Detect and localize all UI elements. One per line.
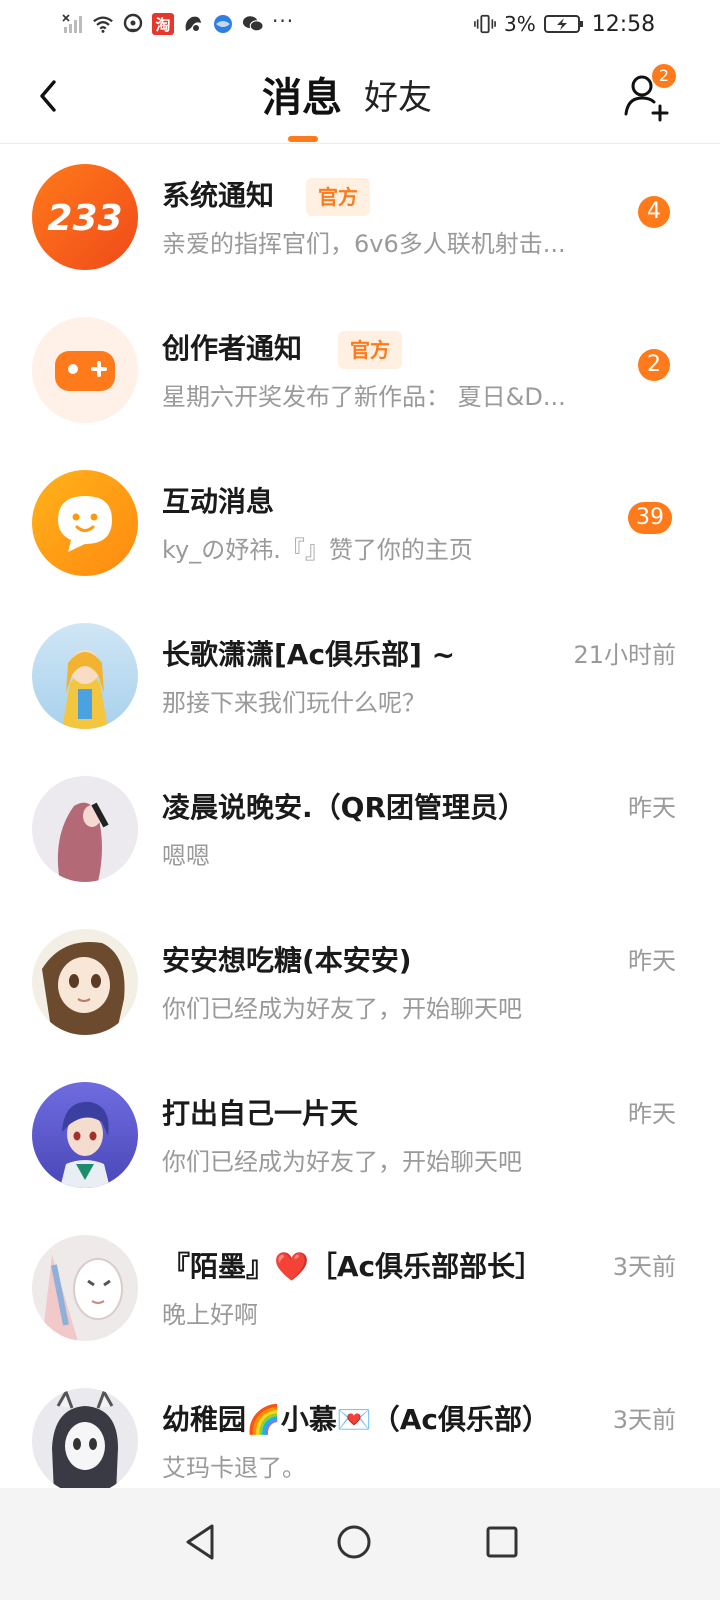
unread-count: 2: [638, 349, 670, 381]
vibrate-icon: [474, 13, 496, 35]
message-row[interactable]: 『陌墨』❤️［Ac俱乐部部长］ 晚上好啊 3天前: [0, 1215, 720, 1367]
battery-percent: 3%: [504, 12, 536, 36]
tab-messages-label: 消息: [262, 75, 342, 121]
message-preview: 嗯嗯: [162, 842, 210, 870]
nav-recents-button[interactable]: [470, 1510, 534, 1574]
status-overflow: ···: [272, 9, 295, 33]
avatar: [32, 623, 138, 729]
friend-request-badge: 2: [652, 64, 676, 88]
message-name: 打出自己一片天: [162, 1097, 359, 1130]
message-name: 长歌潇潇[Ac俱乐部] ~: [162, 638, 456, 671]
message-name: 幼稚园🌈小慕💌（Ac俱乐部）: [162, 1403, 550, 1436]
message-time: 昨天: [628, 1100, 676, 1128]
status-time: 12:58: [591, 11, 656, 37]
browser-icon: [212, 13, 234, 35]
official-badge: 官方: [338, 331, 402, 369]
message-row[interactable]: 打出自己一片天 你们已经成为好友了，开始聊天吧 昨天: [0, 1062, 720, 1214]
app-icon: [182, 13, 204, 35]
avatar-creator: [32, 317, 138, 423]
message-name: 互动消息: [162, 485, 275, 518]
wifi-icon: [92, 13, 114, 35]
avatar-system: 233: [32, 164, 138, 270]
message-name: 『陌墨』❤️［Ac俱乐部部长］: [162, 1250, 544, 1283]
message-preview: ky_の妤祎.『』赞了你的主页: [162, 536, 473, 564]
message-name: 创作者通知: [162, 332, 303, 365]
official-badge: 官方: [306, 178, 370, 216]
message-name: 系统通知: [162, 179, 275, 212]
message-time: 21小时前: [573, 641, 676, 669]
chat-bubble-icon: [58, 496, 112, 552]
gamepad-icon: [55, 351, 115, 391]
message-preview: 亲爱的指挥官们，6v6多人联机射击...: [162, 230, 566, 258]
anime-girl-yellow-avatar: [62, 650, 108, 729]
no-signal-icon: [62, 13, 84, 35]
wechat-icon: [242, 13, 264, 35]
message-row-interaction[interactable]: 互动消息 ky_の妤祎.『』赞了你的主页 39: [0, 450, 720, 602]
message-row[interactable]: 凌晨说晚安.（QR团管理员） 嗯嗯 昨天: [0, 756, 720, 908]
anime-boy-purple-hair-avatar: [60, 1101, 110, 1188]
active-tab-indicator: [288, 136, 318, 142]
back-button[interactable]: [28, 72, 68, 120]
anime-girl-pink-hair-avatar: [57, 802, 109, 882]
avatar: [32, 929, 138, 1035]
message-time: 3天前: [612, 1406, 676, 1434]
message-row[interactable]: 安安想吃糖(本安安) 你们已经成为好友了，开始聊天吧 昨天: [0, 909, 720, 1061]
nav-back-button[interactable]: [170, 1510, 234, 1574]
home-circle-icon: [337, 1525, 371, 1559]
status-icons-right: 3% 12:58: [474, 10, 655, 38]
svg-text:淘: 淘: [154, 16, 170, 34]
233-logo-icon: 233: [47, 198, 122, 239]
chevron-left-icon: [40, 80, 56, 112]
nav-home-button[interactable]: [322, 1510, 386, 1574]
hotspot-icon: [122, 13, 144, 35]
message-name: 凌晨说晚安.（QR团管理员）: [162, 791, 527, 824]
message-row-system[interactable]: 233 系统通知 官方 亲爱的指挥官们，6v6多人联机射击... 4: [0, 144, 720, 296]
status-icons-left: 淘 ···: [62, 9, 295, 38]
message-preview: 晚上好啊: [162, 1301, 258, 1329]
message-name: 安安想吃糖(本安安): [162, 944, 412, 977]
avatar: [32, 1235, 138, 1341]
taobao-icon: 淘: [152, 13, 174, 35]
message-preview: 那接下来我们玩什么呢？: [162, 689, 426, 717]
message-time: 3天前: [612, 1253, 676, 1281]
message-row-creator[interactable]: 创作者通知 官方 星期六开奖发布了新作品： 夏日&D... 2: [0, 297, 720, 449]
anime-girl-sketch-avatar: [52, 1388, 118, 1494]
message-time: 昨天: [628, 794, 676, 822]
status-bar: 淘 ··· 3% 12:58: [0, 0, 720, 48]
anime-mask-avatar: [42, 1255, 123, 1341]
message-preview: 艾玛卡退了。: [162, 1454, 306, 1482]
message-time: 昨天: [628, 947, 676, 975]
svg-text:233: 233: [47, 198, 122, 239]
message-preview: 你们已经成为好友了，开始聊天吧: [162, 995, 522, 1023]
message-preview: 你们已经成为好友了，开始聊天吧: [162, 1148, 522, 1176]
message-row[interactable]: 长歌潇潇[Ac俱乐部] ~ 那接下来我们玩什么呢？ 21小时前: [0, 603, 720, 755]
avatar: [32, 776, 138, 882]
system-nav-bar: [0, 1488, 720, 1600]
tab-friends-label: 好友: [364, 78, 432, 118]
back-triangle-icon: [186, 1524, 214, 1560]
avatar: [32, 1388, 138, 1494]
anime-girl-brown-hair-avatar: [42, 942, 125, 1035]
avatar-interaction: [32, 470, 138, 576]
unread-count: 4: [638, 196, 670, 228]
tab-messages[interactable]: 消息: [262, 72, 342, 142]
battery-charging-icon: [543, 13, 584, 35]
recents-square-icon: [486, 1526, 518, 1558]
tab-bar: 消息 好友: [262, 68, 432, 142]
tab-friends[interactable]: 好友: [364, 74, 432, 124]
top-navigation: 消息 好友 2: [0, 48, 720, 144]
unread-count: 39: [628, 502, 672, 534]
message-preview: 星期六开奖发布了新作品： 夏日&D...: [162, 383, 566, 411]
avatar: [32, 1082, 138, 1188]
